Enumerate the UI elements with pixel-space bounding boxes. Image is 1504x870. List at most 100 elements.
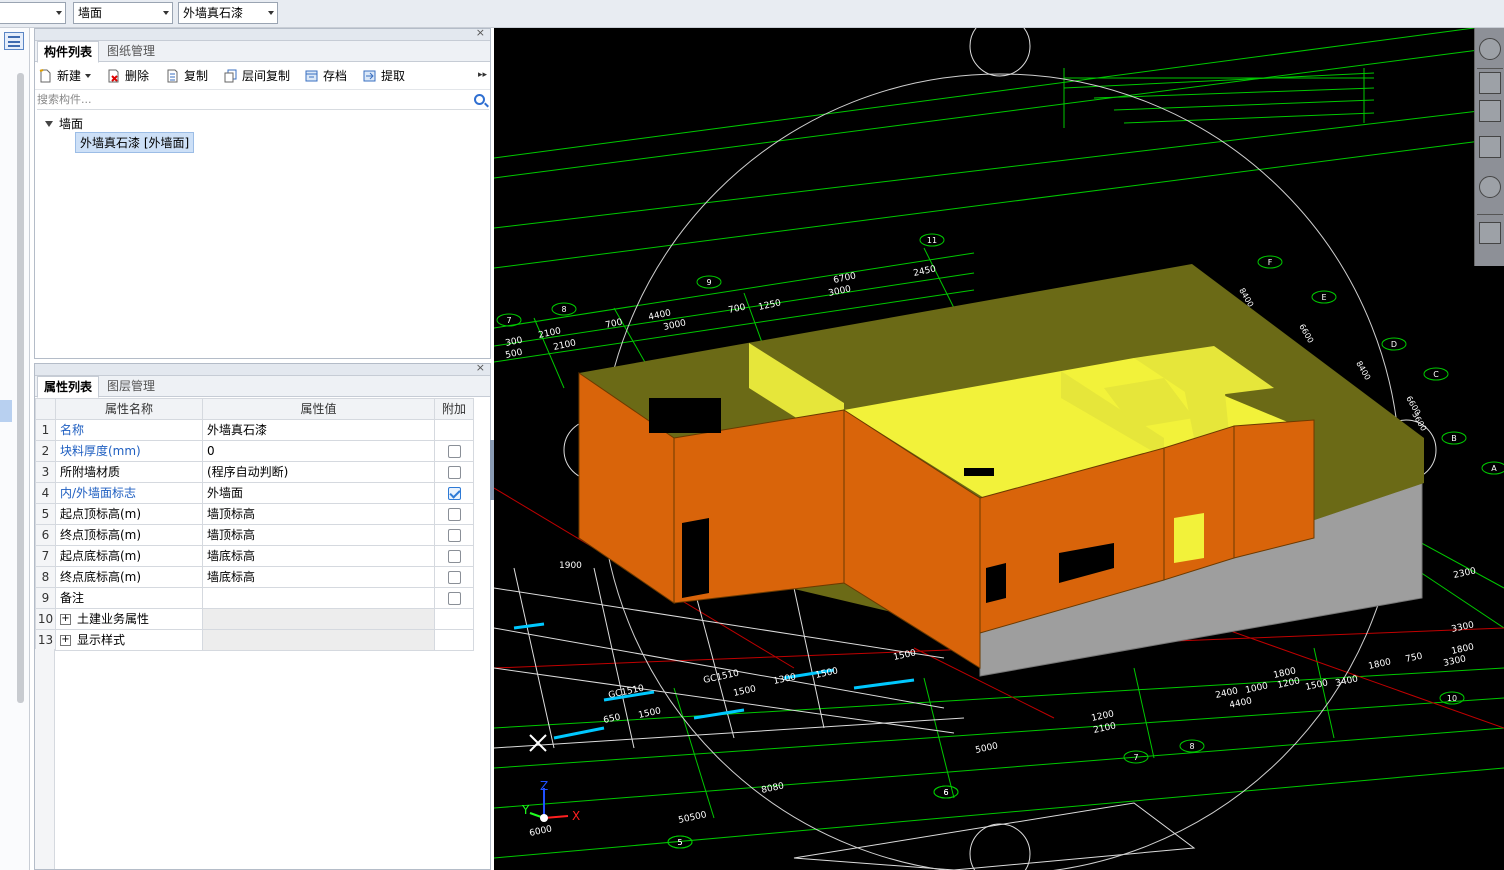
- save-archive-button[interactable]: 存档: [305, 68, 347, 84]
- cube-view-icon[interactable]: [1479, 136, 1501, 158]
- archive-icon: [305, 70, 318, 82]
- attach-cell: [434, 461, 474, 483]
- delete-button[interactable]: 删除: [107, 68, 149, 84]
- property-value[interactable]: (程序自动判断): [202, 461, 435, 483]
- table-row[interactable]: 6 终点顶标高(m) 墙顶标高: [35, 524, 474, 546]
- panel-header: ×: [35, 26, 490, 41]
- bubble-label: 8: [1189, 742, 1194, 751]
- top-toolbar: 墙面 外墙真石漆: [0, 0, 1504, 28]
- property-value[interactable]: 墙顶标高: [202, 524, 435, 546]
- new-button[interactable]: 新建: [39, 68, 92, 84]
- table-row-group[interactable]: 10 + 土建业务属性: [35, 608, 474, 630]
- property-value: [202, 629, 435, 651]
- search-placeholder: 搜索构件...: [37, 93, 92, 106]
- expand-plus-icon[interactable]: +: [60, 635, 71, 646]
- row-number: 10: [35, 608, 56, 630]
- component-select[interactable]: 外墙真石漆: [178, 2, 278, 24]
- attach-cell: [434, 629, 474, 651]
- view-navigation-toolbar: 20: [1474, 28, 1504, 266]
- close-icon[interactable]: ×: [476, 26, 485, 39]
- expand-arrow-icon[interactable]: [45, 121, 53, 127]
- y-axis-label: Y: [521, 803, 530, 817]
- attach-cell: [434, 503, 474, 525]
- chevron-down-icon: [163, 11, 169, 15]
- property-name: 终点顶标高(m): [55, 524, 203, 546]
- nav-scrollbar[interactable]: [17, 73, 24, 703]
- table-row[interactable]: 3 所附墙材质 (程序自动判断): [35, 461, 474, 483]
- navigation-panel-icon[interactable]: [4, 32, 24, 50]
- attach-checkbox[interactable]: [447, 466, 461, 479]
- bubble-label: 6: [943, 788, 948, 797]
- dim-label: 2300: [1453, 566, 1478, 581]
- floor-select[interactable]: [0, 2, 66, 24]
- attach-cell: [434, 545, 474, 567]
- attach-checkbox[interactable]: [447, 508, 461, 521]
- x-axis-label: X: [572, 809, 580, 823]
- group-label: 土建业务属性: [77, 612, 150, 626]
- search-icon[interactable]: [474, 94, 485, 105]
- extract-button[interactable]: 提取: [363, 68, 405, 84]
- property-value[interactable]: 外墙面: [202, 482, 435, 504]
- property-name: 终点底标高(m): [55, 566, 203, 588]
- tab-drawing-management[interactable]: 图纸管理: [101, 41, 161, 62]
- table-row[interactable]: 1 名称 外墙真石漆: [35, 419, 474, 441]
- dim-label: 3000: [828, 284, 853, 299]
- table-row[interactable]: 2 块料厚度(mm) 0: [35, 440, 474, 462]
- property-value[interactable]: [202, 587, 435, 609]
- property-value[interactable]: 0: [202, 440, 435, 462]
- table-row[interactable]: 5 起点顶标高(m) 墙顶标高: [35, 503, 474, 525]
- table-row[interactable]: 8 终点底标高(m) 墙底标高: [35, 566, 474, 588]
- property-value[interactable]: 墙底标高: [202, 545, 435, 567]
- expand-plus-icon[interactable]: +: [60, 614, 71, 625]
- dim-label: 1250: [758, 298, 783, 313]
- table-row[interactable]: 9 备注: [35, 587, 474, 609]
- type-select[interactable]: 墙面: [73, 2, 173, 24]
- 2d-view-icon[interactable]: [1479, 72, 1501, 94]
- row-number: 5: [35, 503, 56, 525]
- bubble-label: 7: [506, 316, 511, 325]
- table-row-group[interactable]: 13 + 显示样式: [35, 629, 474, 651]
- dim-label: 1500: [733, 684, 758, 699]
- attach-checkbox[interactable]: [447, 529, 461, 542]
- tab-layer-management[interactable]: 图层管理: [101, 376, 161, 397]
- dim-label: 700: [605, 318, 624, 331]
- attach-cell: [434, 608, 474, 630]
- attach-checkbox[interactable]: [447, 571, 461, 584]
- 3d-viewport[interactable]: 6700 2450 3000 4400 3000 700 1250 2100 2…: [494, 28, 1504, 870]
- tree-item-exterior-stone-paint[interactable]: 外墙真石漆 [外墙面]: [75, 132, 195, 153]
- dim-label: 2450: [913, 264, 938, 279]
- property-group-name: + 土建业务属性: [55, 608, 203, 630]
- orbit-sphere-icon[interactable]: [1479, 38, 1501, 60]
- component-tabs: 构件列表 图纸管理: [35, 41, 490, 63]
- attach-checkbox-checked[interactable]: [447, 487, 461, 500]
- component-toolbar: 新建 删除 复制 层间复制 存档 提取 ▸▸: [35, 62, 490, 90]
- tree-node-wall-surface[interactable]: 墙面: [45, 115, 83, 132]
- property-table-header: 属性名称 属性值 附加: [35, 398, 474, 420]
- copy-button[interactable]: 复制: [166, 68, 208, 84]
- attach-checkbox[interactable]: [447, 550, 461, 563]
- property-value[interactable]: 墙底标高: [202, 566, 435, 588]
- bubble-label: A: [1491, 464, 1497, 473]
- rotate-icon[interactable]: [1479, 176, 1501, 198]
- attach-checkbox[interactable]: [447, 592, 461, 605]
- property-value[interactable]: 墙顶标高: [202, 503, 435, 525]
- chevron-down-icon[interactable]: [85, 74, 92, 78]
- dim-label: 3300: [1451, 620, 1476, 635]
- chevron-down-icon: [268, 11, 274, 15]
- attach-cell: [434, 587, 474, 609]
- property-value[interactable]: 外墙真石漆: [202, 419, 435, 441]
- tree-root-label: 墙面: [59, 117, 84, 131]
- attach-checkbox[interactable]: [447, 445, 461, 458]
- tab-component-list[interactable]: 构件列表: [37, 41, 100, 63]
- display-settings-icon[interactable]: [1479, 222, 1501, 244]
- 3d-box-view-icon[interactable]: [1479, 100, 1501, 122]
- delete-label: 删除: [125, 69, 150, 83]
- table-row[interactable]: 4 内/外墙面标志 外墙面: [35, 482, 474, 504]
- component-search-input[interactable]: 搜索构件...: [37, 91, 489, 110]
- tab-property-list[interactable]: 属性列表: [37, 376, 100, 398]
- dim-label: 6600: [1297, 323, 1315, 345]
- floor-copy-button[interactable]: 层间复制: [224, 68, 290, 84]
- table-row[interactable]: 7 起点底标高(m) 墙底标高: [35, 545, 474, 567]
- more-tools-icon[interactable]: ▸▸: [478, 70, 487, 80]
- close-icon[interactable]: ×: [476, 361, 485, 374]
